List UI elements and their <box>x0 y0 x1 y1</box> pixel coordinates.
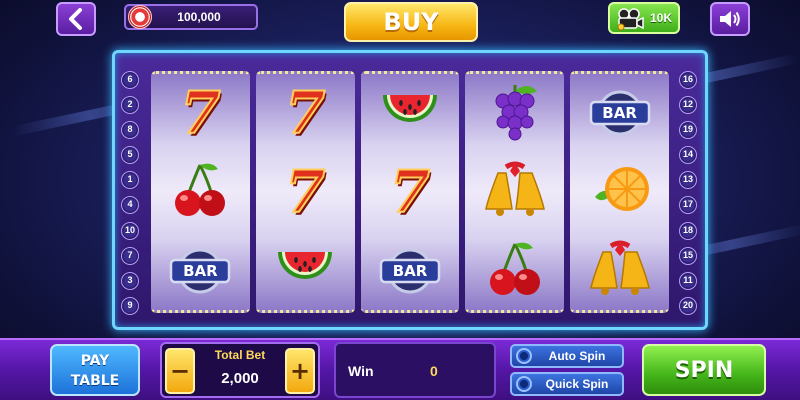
orange-symbol <box>585 159 655 225</box>
casino-chip-icon <box>128 5 152 29</box>
coin-balance-value: 100,000 <box>177 10 221 24</box>
reel <box>465 71 565 313</box>
reel: BAR <box>570 71 669 313</box>
decrease-bet-button[interactable]: − <box>165 348 195 394</box>
payline-number: 11 <box>679 271 697 290</box>
reel: 77 <box>255 71 355 313</box>
payline-number: 7 <box>121 246 139 265</box>
payline-column-right: 16 12 19 14 13 17 18 15 11 20 <box>679 71 699 322</box>
seven-symbol-text: 7 <box>389 157 431 226</box>
radio-icon <box>516 348 532 364</box>
auto-spin-button[interactable]: Auto Spin <box>510 344 624 368</box>
seven-symbol-text: 7 <box>179 79 221 148</box>
payline-number: 10 <box>121 221 139 240</box>
video-reward-button[interactable]: 10K <box>608 2 680 34</box>
bar-symbol: BAR <box>585 80 655 146</box>
payline-number: 19 <box>679 121 697 140</box>
watermelon-icon <box>379 81 441 146</box>
payline-number: 6 <box>121 71 139 89</box>
bar-symbol-text: BAR <box>602 104 637 123</box>
bell-icon <box>484 159 546 224</box>
watermelon-icon <box>274 238 336 303</box>
total-bet-label: Total Bet <box>214 348 266 362</box>
payline-number: 12 <box>679 96 697 115</box>
bar-symbol: BAR <box>165 238 235 304</box>
payline-number: 8 <box>121 121 139 140</box>
bar-icon: BAR <box>587 90 653 136</box>
seven-symbol: 7 <box>270 159 340 225</box>
payline-number: 1 <box>121 171 139 190</box>
cherry-icon <box>487 238 543 303</box>
win-panel: Win 0 <box>334 342 496 398</box>
seven-symbol: 7 <box>270 80 340 146</box>
win-label: Win <box>348 363 374 379</box>
buy-button[interactable]: BUY <box>344 2 478 42</box>
grapes-icon <box>489 81 541 146</box>
seven-symbol: 7 <box>165 80 235 146</box>
payline-number: 18 <box>679 221 697 240</box>
increase-bet-button[interactable]: + <box>285 348 315 394</box>
slot-machine: 6 2 8 5 1 4 10 7 3 9 7 BAR 7 7 7 BAR BAR 16 12 19 14 13 17 18… <box>112 50 708 330</box>
bar-symbol-text: BAR <box>392 261 428 280</box>
watermelon-symbol <box>270 238 340 304</box>
payline-number: 14 <box>679 146 697 165</box>
watermelon-symbol <box>375 80 445 146</box>
orange-icon <box>589 161 651 222</box>
bar-symbol-text: BAR <box>183 261 218 280</box>
payline-number: 5 <box>121 146 139 165</box>
chevron-left-icon <box>69 8 82 30</box>
video-reward-value: 10K <box>649 11 672 25</box>
speaker-icon <box>720 11 740 27</box>
cherry-symbol <box>165 159 235 225</box>
payline-number: 20 <box>679 296 697 315</box>
pay-table-button[interactable]: PAY TABLE <box>50 344 140 396</box>
payline-number: 9 <box>121 296 139 315</box>
payline-number: 15 <box>679 246 697 265</box>
seven-symbol-text: 7 <box>284 157 326 226</box>
reels: 7 BAR 7 7 7 BAR BAR <box>151 71 669 313</box>
grapes-symbol <box>480 80 550 146</box>
coin-balance: 100,000 <box>124 4 258 30</box>
payline-number: 4 <box>121 196 139 215</box>
pay-table-label-line1: PAY <box>80 353 110 369</box>
payline-number: 3 <box>121 271 139 290</box>
auto-spin-label: Auto Spin <box>548 349 606 363</box>
cherry-icon <box>172 159 228 224</box>
sound-button[interactable] <box>710 2 750 36</box>
video-camera-icon <box>617 8 644 31</box>
total-bet-panel: − Total Bet 2,000 + <box>160 342 320 398</box>
spin-button[interactable]: SPIN <box>642 344 766 396</box>
payline-number: 17 <box>679 196 697 215</box>
bell-symbol <box>480 159 550 225</box>
seven-symbol: 7 <box>375 159 445 225</box>
bar-icon: BAR <box>167 248 233 294</box>
payline-number: 16 <box>679 71 697 89</box>
back-button[interactable] <box>56 2 96 36</box>
bar-icon: BAR <box>377 248 443 294</box>
payline-number: 13 <box>679 171 697 190</box>
payline-column-left: 6 2 8 5 1 4 10 7 3 9 <box>121 71 141 322</box>
quick-spin-button[interactable]: Quick Spin <box>510 372 624 396</box>
total-bet-value: 2,000 <box>221 370 259 387</box>
win-value: 0 <box>430 363 438 379</box>
cherry-symbol <box>480 238 550 304</box>
pay-table-label-line2: TABLE <box>70 373 120 389</box>
bar-symbol: BAR <box>375 238 445 304</box>
payline-number: 2 <box>121 96 139 115</box>
seven-symbol-text: 7 <box>284 79 326 148</box>
reel: 7 BAR <box>151 71 250 313</box>
radio-icon <box>516 376 532 392</box>
reel: 7 BAR <box>360 71 460 313</box>
quick-spin-label: Quick Spin <box>545 377 609 391</box>
bell-icon <box>589 238 651 303</box>
bell-symbol <box>585 238 655 304</box>
